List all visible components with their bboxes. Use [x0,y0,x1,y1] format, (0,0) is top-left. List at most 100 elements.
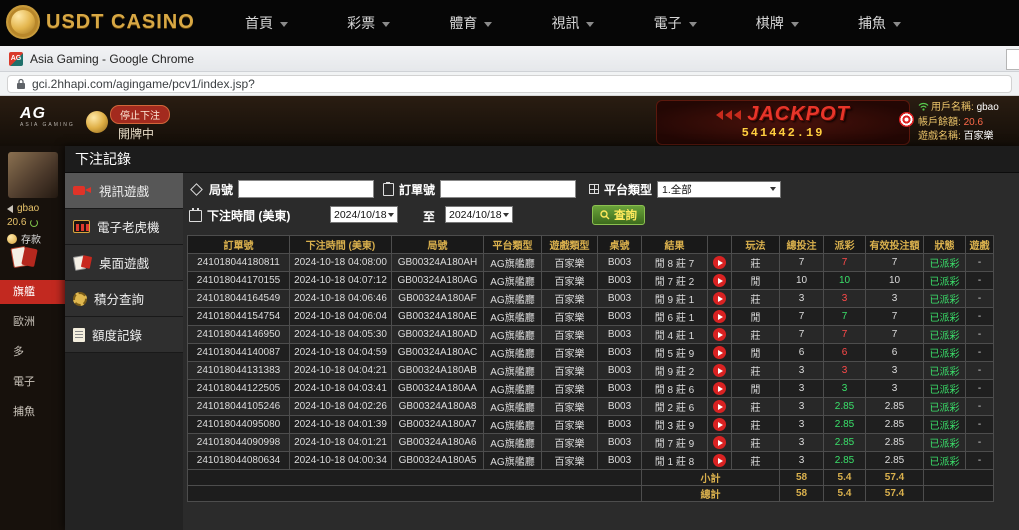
cell-play-method: 莊 [732,326,780,344]
lobby-tab[interactable]: 電子 [0,370,65,394]
cell-replay [708,326,732,344]
replay-button[interactable] [713,436,726,449]
cell-order: 241018044090998 [188,434,290,452]
lobby-tab[interactable]: 捕魚 [0,400,65,424]
cell-table-no: B003 [598,362,642,380]
replay-button[interactable] [713,274,726,287]
column-header: 下注時間 (美東) [290,236,392,254]
usdt-coin-icon [6,5,40,39]
replay-button[interactable] [713,400,726,413]
table-row: 2410180440806342024-10-18 04:00:34GB0032… [188,452,994,470]
chevron-down-icon [280,22,288,27]
search-button[interactable]: 查詢 [592,205,645,225]
nav-item[interactable]: 彩票 [347,13,390,33]
deposit-link[interactable]: 存款 [7,231,41,246]
cell-total-bet: 7 [780,326,824,344]
round-input[interactable] [238,180,374,198]
replay-button[interactable] [713,454,726,467]
order-input[interactable] [440,180,576,198]
refresh-icon[interactable] [30,219,38,227]
cell-valid-bet: 7 [866,326,924,344]
replay-button[interactable] [713,382,726,395]
date-to-picker[interactable]: 2024/10/18 [445,206,513,223]
chevron-down-icon [893,22,901,27]
column-header: 結果 [642,236,708,254]
chevron-down-icon [586,22,594,27]
cell-table-no: B003 [598,272,642,290]
grid-icon [589,184,599,194]
cell-replay [708,452,732,470]
time-filter-label-group: 下注時間 (美東) [189,205,290,225]
lobby-left-strip: gbao 20.6 存款 旗艦歐洲多電子捕魚 [0,146,65,530]
cell-result: 閒 6 莊 1 [642,308,708,326]
cell-payout: 7 [824,326,866,344]
cell-game-type: 百家樂 [542,308,598,326]
user-balance-line: 帳戶餘額: 20.6 [918,116,1019,130]
url-field[interactable]: gci.2hhapi.com/agingame/pcv1/index.jsp? [7,75,1012,93]
deposit-label: 存款 [21,231,41,246]
nav-item[interactable]: 電子 [654,13,697,33]
nav-item[interactable]: 首頁 [245,13,288,33]
cell-order: 241018044105246 [188,398,290,416]
cell-game-type: 百家樂 [542,380,598,398]
cell-time: 2024-10-18 04:08:00 [290,254,392,272]
cell-extra: - [966,290,994,308]
wifi-icon [918,102,929,116]
nav-item[interactable]: 體育 [449,13,492,33]
cell-result: 閒 8 莊 7 [642,254,708,272]
cell-round: GB00324A180AA [392,380,484,398]
cell-status: 已派彩 [924,290,966,308]
replay-button[interactable] [713,256,726,269]
replay-button[interactable] [713,346,726,359]
cell-round: GB00324A180AB [392,362,484,380]
replay-button[interactable] [713,418,726,431]
cell-status: 已派彩 [924,416,966,434]
modal-menu-item[interactable]: 積分查詢 [65,281,183,317]
magnifier-icon [600,210,610,220]
poker-chip-icon [73,292,87,306]
modal-menu-item[interactable]: 桌面遊戲 [65,245,183,281]
table-row: 2410180441225052024-10-18 04:03:41GB0032… [188,380,994,398]
date-to-value: 2024/10/18 [449,209,502,221]
lobby-tab[interactable]: 旗艦 [0,280,65,304]
summary-label: 小計 [642,470,780,486]
cell-game-type: 百家樂 [542,254,598,272]
table-row: 2410180441469502024-10-18 04:05:30GB0032… [188,326,994,344]
lobby-tab[interactable]: 多 [0,340,65,364]
platform-select[interactable]: 1.全部 [657,181,781,198]
nav-item[interactable]: 棋牌 [756,13,799,33]
main-nav: 首頁 彩票 體育 視訊 電子 棋牌 捕魚 [245,0,901,46]
summary-cell [924,470,994,486]
cell-time: 2024-10-18 04:02:26 [290,398,392,416]
date-from-picker[interactable]: 2024/10/18 [330,206,398,223]
modal-menu: 視訊遊戲 電子老虎機 桌面遊戲 積分查詢 額度記錄 [65,173,183,353]
nav-item[interactable]: 捕魚 [858,13,901,33]
game-topbar: AG ASIA GAMING 停止下注 開牌中 JACKPOT 541442.1… [0,96,1019,146]
stop-bet-button[interactable]: 停止下注 [110,105,170,124]
modal-title: 下注記錄 [65,146,1019,173]
balance-line: 20.6 [7,217,38,228]
cell-table-no: B003 [598,308,642,326]
nav-item[interactable]: 視訊 [551,13,594,33]
summary-payout: 5.4 [824,486,866,502]
lobby-tab[interactable]: 歐洲 [0,310,65,334]
replay-button[interactable] [713,292,726,305]
cell-status: 已派彩 [924,398,966,416]
column-header: 平台類型 [484,236,542,254]
chevron-down-icon [689,22,697,27]
replay-button[interactable] [713,364,726,377]
browser-urlbar: gci.2hhapi.com/agingame/pcv1/index.jsp? [0,72,1019,96]
cell-valid-bet: 2.85 [866,434,924,452]
cell-payout: 3 [824,362,866,380]
cell-game-type: 百家樂 [542,416,598,434]
replay-button[interactable] [713,310,726,323]
cell-payout: 2.85 [824,398,866,416]
playing-cards-icon [10,246,40,268]
window-title: Asia Gaming - Google Chrome [30,52,194,66]
modal-menu-item[interactable]: 額度記錄 [65,317,183,353]
replay-button[interactable] [713,328,726,341]
modal-menu-item[interactable]: 視訊遊戲 [65,173,183,209]
modal-menu-item[interactable]: 電子老虎機 [65,209,183,245]
ag-favicon: AG [9,52,23,66]
calendar-icon [189,210,202,222]
